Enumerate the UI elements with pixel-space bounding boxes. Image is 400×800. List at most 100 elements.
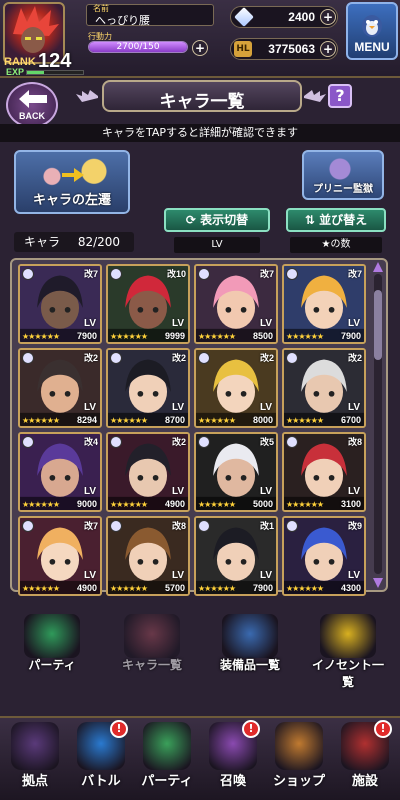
action-icon [320,614,376,658]
card-kai: 改7 [347,269,362,279]
action-button[interactable]: キャラ一覧 [114,612,190,682]
hl-icon: HL [234,41,252,57]
character-card[interactable]: 改5 LV ★★★★★★ 5000 [194,432,278,512]
nav-label: ショップ [272,774,325,789]
scroll-down-icon[interactable] [373,578,383,588]
character-grid: 改7 LV ★★★★★★ 7900 改10 LV ★★★★★★ 9999 改7 … [18,264,370,596]
card-kai: 改2 [171,353,186,363]
rank-display: RANK 124 EXP [2,50,88,77]
nav-icon [11,722,59,770]
bat-wing-right-icon [304,90,326,102]
chara-transfer-button[interactable]: キャラの左遷 [14,150,130,214]
notice-text: キャラをTAPすると詳細が確認できます [101,126,299,139]
character-card[interactable]: 改8 LV ★★★★★★ 3100 [282,432,366,512]
nav-icon [143,722,191,770]
character-card[interactable]: 改7 LV ★★★★★★ 7900 [18,264,102,344]
card-value: 4900 [76,583,97,593]
card-lv-label: LV [259,402,272,413]
action-icon [24,614,80,658]
sort-icon: ⇅ [304,213,320,227]
status-bar: RANK 124 EXP 名前 へっぴり腰 行動力 2700/150 + 240… [0,0,400,78]
stamina-value: 2700/150 [116,42,160,52]
element-icon [22,352,34,364]
character-card[interactable]: 改7 LV ★★★★★★ 4900 [18,516,102,596]
nav-item[interactable]: 施設 ! [332,718,398,798]
action-icon [124,614,180,658]
card-value: 3100 [340,499,361,509]
card-stars: ★★★★★★ [22,332,60,341]
scroll-thumb[interactable] [374,290,382,360]
card-kai: 改2 [259,353,274,363]
scrollbar[interactable] [374,274,382,574]
card-kai: 改2 [347,353,362,363]
back-button[interactable]: BACK [6,82,58,128]
card-stars: ★★★★★★ [286,332,324,341]
card-value: 8700 [164,415,185,425]
player-name-box: 名前 へっぴり腰 [86,4,214,27]
nav-label: バトル [81,774,121,789]
element-icon [110,436,122,448]
scroll-up-icon[interactable] [373,262,383,272]
card-kai: 改9 [347,521,362,531]
nav-item[interactable]: 召喚 ! [200,718,266,798]
chara-count: キャラ 82/200 [14,232,134,252]
character-card[interactable]: 改2 LV ★★★★★★ 8700 [106,348,190,428]
page-title-plate: キャラ一覧 [102,80,302,112]
nav-item[interactable]: パーティ [134,718,200,798]
action-button[interactable]: パーティ [14,612,90,682]
card-kai: 改1 [259,521,274,531]
card-lv-label: LV [171,570,184,581]
card-kai: 改7 [83,269,98,279]
prinny-prison-button[interactable]: プリニー監獄 [302,150,384,200]
sort-button[interactable]: ⇅ 並び替え [286,208,386,232]
exp-bar [26,70,84,75]
card-value: 7900 [252,583,273,593]
menu-button[interactable]: MENU [346,2,398,60]
card-stars: ★★★★★★ [286,584,324,593]
card-lv-label: LV [171,486,184,497]
element-icon [286,436,298,448]
menu-label: MENU [354,40,390,54]
prinny-prison-label: プリニー監獄 [313,184,373,195]
action-button[interactable]: 装備品一覧 [212,612,288,682]
character-card[interactable]: 改2 LV ★★★★★★ 8294 [18,348,102,428]
character-card[interactable]: 改8 LV ★★★★★★ 5700 [106,516,190,596]
nav-item[interactable]: バトル ! [68,718,134,798]
nav-item[interactable]: ショップ [266,718,332,798]
character-card[interactable]: 改7 LV ★★★★★★ 8500 [194,264,278,344]
card-lv-label: LV [259,486,272,497]
character-card[interactable]: 改2 LV ★★★★★★ 4900 [106,432,190,512]
action-button[interactable]: イノセント一覧 [310,612,386,689]
character-card[interactable]: 改10 LV ★★★★★★ 9999 [106,264,190,344]
character-card[interactable]: 改2 LV ★★★★★★ 8000 [194,348,278,428]
card-value: 4900 [164,499,185,509]
help-button[interactable]: ? [328,84,352,108]
prison-art [324,155,364,183]
card-value: 5000 [252,499,273,509]
notification-badge: ! [374,720,392,738]
character-card[interactable]: 改7 LV ★★★★★★ 7900 [282,264,366,344]
back-label: BACK [19,111,45,121]
add-gems-button[interactable]: + [320,9,336,25]
add-stamina-button[interactable]: + [192,40,208,56]
character-card[interactable]: 改9 LV ★★★★★★ 4300 [282,516,366,596]
card-lv-label: LV [83,318,96,329]
card-stars: ★★★★★★ [110,500,148,509]
nav-label: 施設 [351,774,378,789]
card-stars: ★★★★★★ [286,500,324,509]
action-icon [222,614,278,658]
element-icon [110,352,122,364]
element-icon [22,520,34,532]
character-card[interactable]: 改2 LV ★★★★★★ 6700 [282,348,366,428]
card-stars: ★★★★★★ [198,500,236,509]
card-stars: ★★★★★★ [198,332,236,341]
notice-bar: キャラをTAPすると詳細が確認できます [0,124,400,142]
add-hl-button[interactable]: + [320,41,336,57]
character-card[interactable]: 改1 LV ★★★★★★ 7900 [194,516,278,596]
character-card[interactable]: 改4 LV ★★★★★★ 9000 [18,432,102,512]
back-arrow-icon [19,90,47,108]
gem-icon [234,7,254,27]
card-stars: ★★★★★★ [110,584,148,593]
display-toggle-button[interactable]: ⟳ 表示切替 [164,208,270,232]
nav-item[interactable]: 拠点 [2,718,68,798]
